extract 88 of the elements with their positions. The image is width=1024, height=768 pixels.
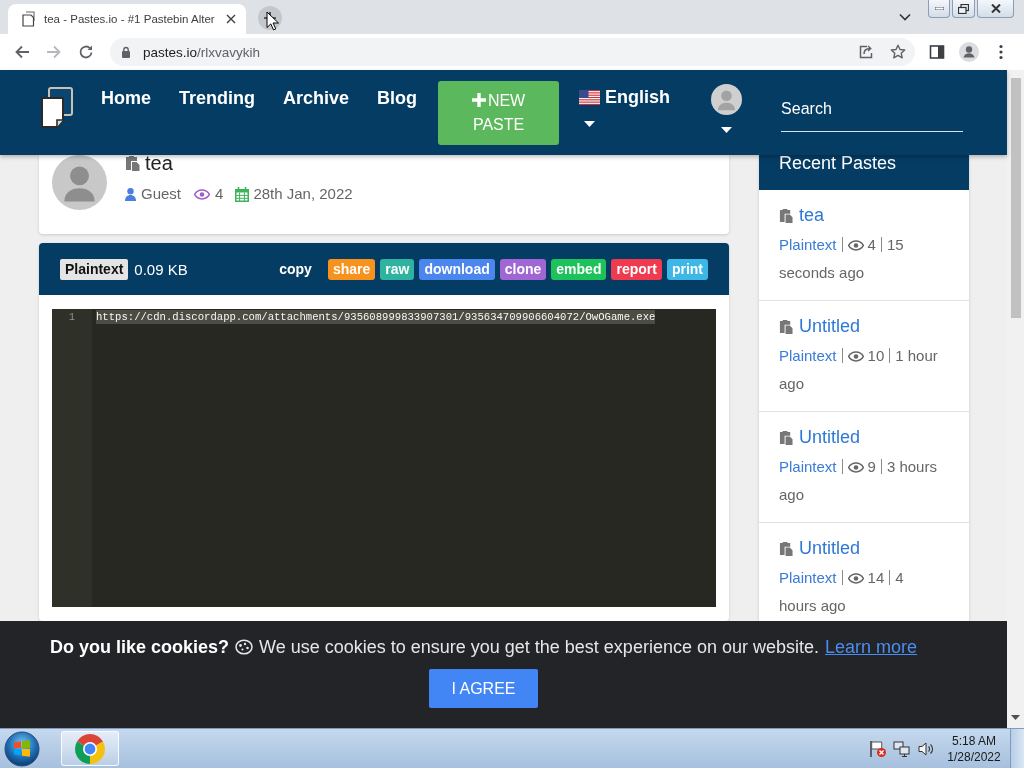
paste-meta: Plaintext 4 15 seconds ago — [779, 235, 905, 283]
paste-icon — [779, 318, 793, 334]
restore-icon — [958, 3, 969, 14]
lock-icon — [121, 46, 131, 58]
restore-button[interactable] — [952, 0, 975, 18]
language-dropdown[interactable]: English — [579, 86, 671, 127]
paste-icon — [779, 429, 793, 445]
learn-more-link[interactable]: Learn more — [825, 635, 918, 659]
action-button[interactable]: share — [327, 258, 376, 280]
star-icon[interactable] — [890, 44, 906, 60]
paste-link[interactable]: tea — [799, 204, 825, 226]
paste-date: 28th Jan, 2022 — [253, 184, 353, 204]
paste-title: tea — [145, 155, 173, 171]
action-button[interactable]: copy — [274, 258, 317, 280]
minimize-icon — [934, 7, 944, 10]
scrollbar-thumb[interactable] — [1010, 78, 1021, 318]
flag-icon — [579, 89, 601, 105]
reload-icon[interactable] — [78, 44, 94, 60]
cookie-question: Do you like cookies? — [49, 636, 229, 659]
action-button[interactable]: embed — [551, 258, 607, 280]
site-logo-icon[interactable] — [40, 85, 74, 131]
cookie-icon — [235, 639, 253, 655]
author-name: Guest — [141, 184, 182, 204]
page-icon — [21, 11, 36, 27]
cookie-message: We use cookies to ensure you get the best experience on our website. — [259, 636, 819, 659]
line-number: 1 — [68, 310, 76, 324]
avatar-icon — [711, 84, 743, 115]
paste-meta: Plaintext 9 3 hours ago — [779, 457, 938, 505]
nav-link[interactable]: Blog — [377, 87, 418, 109]
speaker-icon[interactable] — [917, 739, 935, 758]
language-link[interactable]: Plaintext — [779, 458, 837, 475]
avatar-icon — [52, 155, 107, 210]
action-button[interactable]: clone — [499, 258, 547, 280]
address-bar[interactable]: pastes.io/rlxvavykih — [110, 38, 915, 66]
eye-icon — [847, 573, 864, 584]
action-button[interactable]: print — [666, 258, 708, 280]
close-icon — [990, 4, 1001, 13]
file-size: 0.09 KB — [134, 260, 188, 278]
user-icon — [125, 187, 136, 201]
eye-icon — [847, 462, 864, 473]
nav-link[interactable]: Trending — [179, 87, 255, 109]
browser-icon — [74, 732, 106, 765]
nav-link[interactable]: Archive — [283, 87, 350, 109]
eye-icon — [847, 351, 864, 362]
calendar-icon — [235, 186, 250, 202]
scroll-down-icon[interactable] — [1011, 715, 1020, 720]
user-menu-button[interactable] — [711, 84, 743, 133]
paste-icon — [779, 207, 793, 223]
plus-icon — [471, 93, 486, 107]
agree-button[interactable]: I AGREE — [429, 669, 538, 708]
paste-link[interactable]: Untitled — [799, 537, 861, 559]
language-link[interactable]: Plaintext — [779, 347, 837, 364]
eye-icon — [194, 188, 211, 200]
mouse-cursor-icon — [266, 11, 279, 31]
taskbar-button[interactable] — [61, 731, 119, 766]
sidebar-icon[interactable] — [929, 44, 945, 60]
profile-icon[interactable] — [959, 42, 979, 62]
browser-tab[interactable]: tea - Pastes.io - #1 Pastebin Alter — [8, 4, 246, 34]
eye-icon — [847, 240, 864, 251]
action-button[interactable]: report — [611, 258, 662, 280]
share-icon[interactable] — [858, 44, 874, 60]
paste-icon — [779, 540, 793, 556]
caret-icon — [584, 121, 596, 127]
paste-link[interactable]: Untitled — [799, 426, 861, 448]
language-link[interactable]: Plaintext — [779, 569, 837, 586]
paste-icon — [125, 155, 140, 171]
language-badge: Plaintext — [60, 258, 129, 280]
view-count: 4 — [215, 184, 224, 204]
menu-icon[interactable] — [999, 44, 1003, 60]
back-arrow-icon[interactable] — [14, 44, 30, 60]
new-paste-button[interactable]: NEW PASTE — [438, 81, 560, 145]
paste-meta: Plaintext 10 1 hour ago — [779, 346, 939, 394]
taskbar-clock[interactable]: 5:18 AM 1/28/2022 — [943, 732, 1005, 765]
close-icon[interactable] — [226, 14, 236, 24]
language-link[interactable]: Plaintext — [779, 236, 837, 253]
paste-link[interactable]: Untitled — [799, 315, 861, 337]
caret-icon — [721, 127, 733, 133]
action-button[interactable]: download — [419, 258, 495, 280]
paste-meta: Plaintext 14 4 hours ago — [779, 568, 905, 616]
network-icon[interactable] — [893, 739, 911, 758]
chevron-down-icon[interactable] — [899, 13, 911, 21]
nav-link[interactable]: Home — [101, 87, 151, 109]
start-button-icon[interactable] — [4, 730, 40, 767]
action-button[interactable]: raw — [380, 258, 415, 280]
window-close-button[interactable] — [977, 0, 1014, 18]
sidebar-heading: Recent Pastes — [759, 155, 969, 190]
search-field[interactable]: Search — [781, 92, 964, 132]
flag-alert-icon[interactable] — [869, 739, 887, 758]
